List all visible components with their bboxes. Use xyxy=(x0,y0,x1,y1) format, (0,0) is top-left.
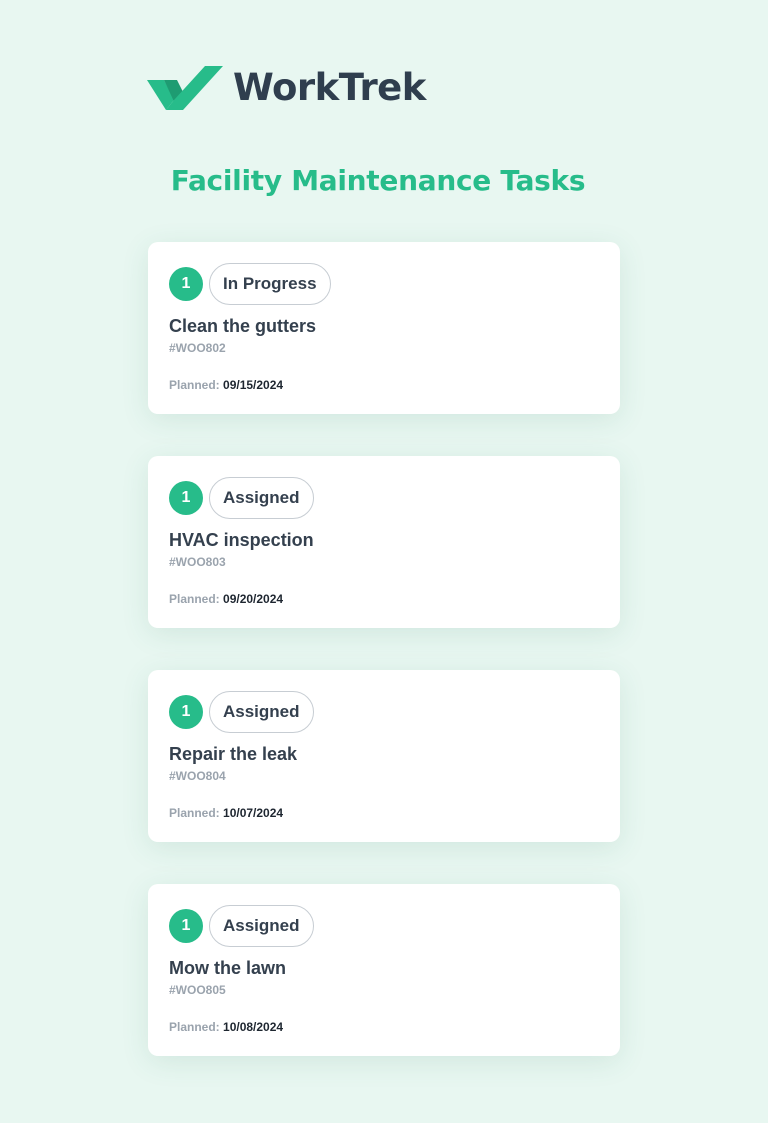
double-check-icon xyxy=(147,66,223,110)
task-title: HVAC inspection xyxy=(169,530,314,550)
planned-date-row: Planned: 10/07/2024 xyxy=(169,806,283,820)
task-id: #WOO803 xyxy=(169,555,226,569)
task-number-badge: 1 xyxy=(169,695,203,729)
planned-date: 09/15/2024 xyxy=(223,378,284,392)
brand-name: WorkTrek xyxy=(233,66,426,109)
task-card-header: 1 Assigned xyxy=(169,691,314,733)
task-card-header: 1 Assigned xyxy=(169,905,314,947)
task-id: #WOO805 xyxy=(169,983,226,997)
status-badge: Assigned xyxy=(209,905,314,947)
planned-date-row: Planned: 10/08/2024 xyxy=(169,1020,283,1034)
brand-logo: WorkTrek xyxy=(147,62,426,114)
status-badge: Assigned xyxy=(209,691,314,733)
planned-label: Planned: xyxy=(169,592,220,606)
task-title: Clean the gutters xyxy=(169,316,317,336)
task-title: Repair the leak xyxy=(169,744,298,764)
planned-date: 10/08/2024 xyxy=(223,1020,284,1034)
task-card[interactable]: 1 Assigned HVAC inspection #WOO803 Plann… xyxy=(148,456,620,628)
planned-label: Planned: xyxy=(169,806,220,820)
page-title: Facility Maintenance Tasks xyxy=(170,164,586,197)
planned-date: 10/07/2024 xyxy=(223,806,284,820)
planned-label: Planned: xyxy=(169,378,220,392)
planned-date-row: Planned: 09/15/2024 xyxy=(169,378,283,392)
task-title: Mow the lawn xyxy=(169,958,286,978)
task-id: #WOO804 xyxy=(169,769,226,783)
task-card[interactable]: 1 Assigned Mow the lawn #WOO805 Planned:… xyxy=(148,884,620,1056)
task-card-header: 1 In Progress xyxy=(169,263,331,305)
task-id: #WOO802 xyxy=(169,341,226,355)
task-card[interactable]: 1 Assigned Repair the leak #WOO804 Plann… xyxy=(148,670,620,842)
status-badge: In Progress xyxy=(209,263,331,305)
status-badge: Assigned xyxy=(209,477,314,519)
task-number-badge: 1 xyxy=(169,481,203,515)
task-number-badge: 1 xyxy=(169,267,203,301)
planned-date-row: Planned: 09/20/2024 xyxy=(169,592,283,606)
planned-label: Planned: xyxy=(169,1020,220,1034)
task-card[interactable]: 1 In Progress Clean the gutters #WOO802 … xyxy=(148,242,620,414)
planned-date: 09/20/2024 xyxy=(223,592,284,606)
task-card-header: 1 Assigned xyxy=(169,477,314,519)
task-number-badge: 1 xyxy=(169,909,203,943)
